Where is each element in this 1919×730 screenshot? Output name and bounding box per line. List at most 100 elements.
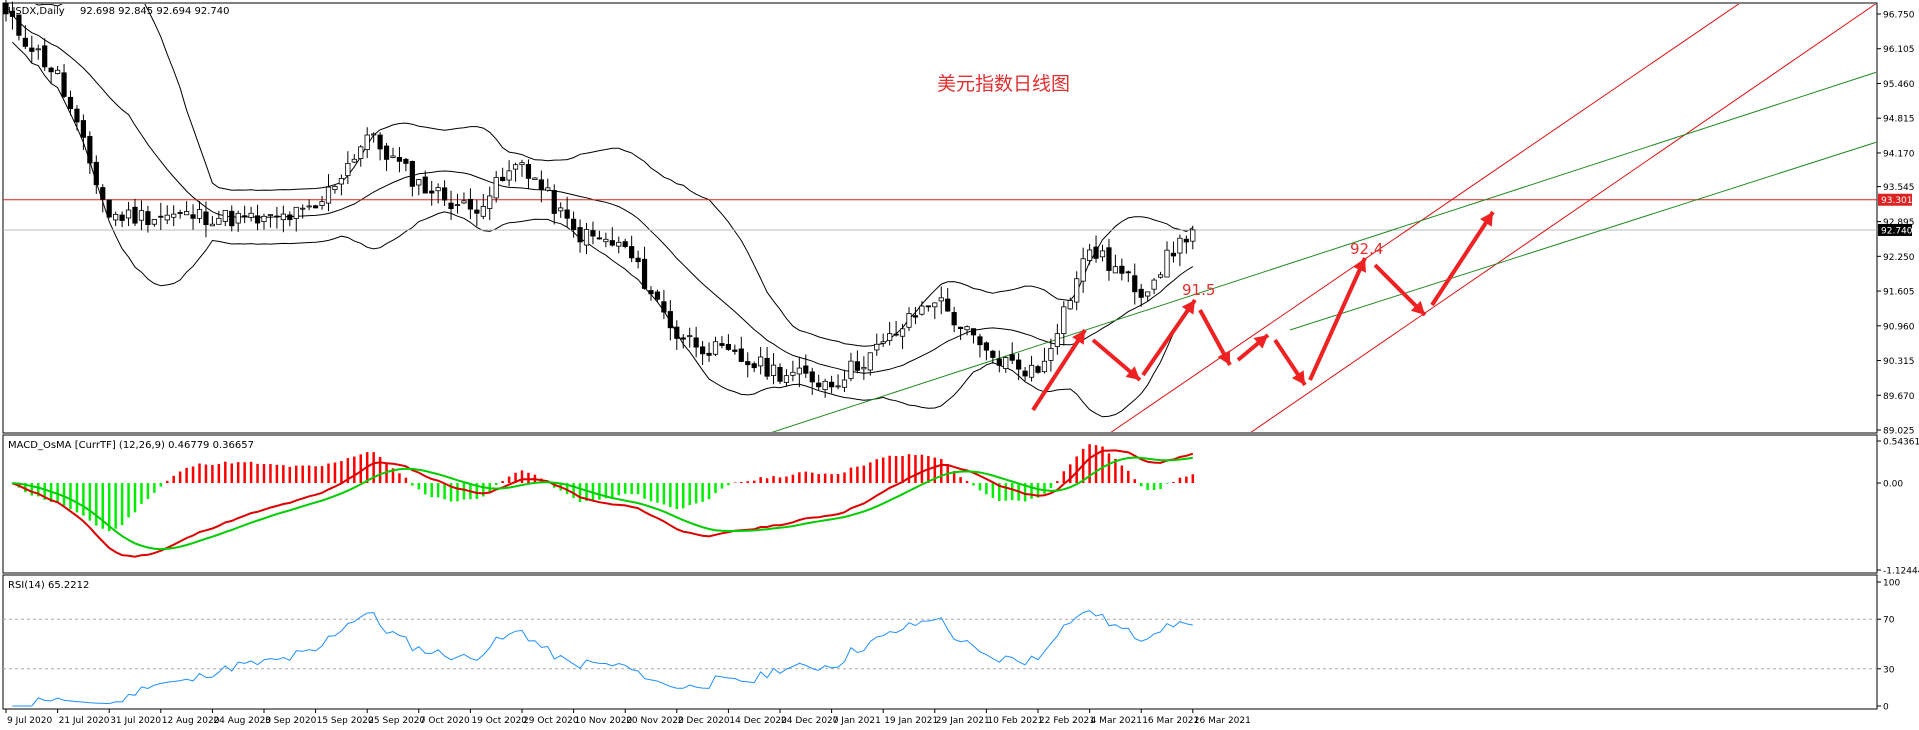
- price-tick-label: 91.605: [1883, 288, 1915, 298]
- candle-body: [61, 72, 67, 97]
- candle-body: [493, 177, 499, 199]
- candle-body: [1093, 246, 1099, 259]
- chart-canvas: 96.75096.10595.46094.81594.17093.54592.8…: [2, 0, 1919, 726]
- candle-body: [519, 162, 525, 166]
- candle-body: [925, 305, 931, 308]
- candle-body: [777, 367, 783, 382]
- price-tick-label: 93.545: [1883, 183, 1915, 193]
- candle-body: [183, 211, 190, 216]
- candle-body: [571, 218, 577, 231]
- candle-body: [196, 209, 203, 219]
- candle-body: [1054, 333, 1060, 347]
- candle-body: [545, 187, 551, 191]
- macd-tick-label: -1.12444: [1883, 567, 1919, 577]
- candle-body: [390, 155, 396, 158]
- candle-body: [1028, 364, 1035, 378]
- candle-body: [700, 346, 706, 355]
- candle-body: [583, 229, 590, 246]
- candle-body: [409, 160, 415, 187]
- candle-body: [616, 241, 622, 247]
- candle-body: [841, 379, 848, 388]
- candle-body: [867, 352, 873, 371]
- price-tick-label: 94.170: [1883, 149, 1915, 159]
- candle-body: [609, 240, 615, 246]
- candle-body: [958, 326, 964, 329]
- date-tick-label: 7 Oct 2020: [420, 716, 470, 726]
- candle-body: [835, 385, 841, 388]
- candle-body: [1125, 271, 1131, 274]
- price-tick-label: 89.025: [1883, 427, 1915, 437]
- candle-body: [809, 371, 815, 383]
- candle-body: [577, 227, 583, 243]
- candle-body: [654, 291, 661, 300]
- candle-body: [1067, 300, 1073, 310]
- candle-body: [248, 212, 254, 218]
- ohlc-label: 92.698 92.845 92.694 92.740: [80, 6, 230, 17]
- rsi-label: RSI(14) 65.2212: [8, 580, 89, 591]
- candle-body: [1119, 265, 1125, 274]
- candle-body: [680, 337, 686, 340]
- candle-body: [1170, 252, 1177, 257]
- candle-body: [319, 201, 325, 206]
- candle-body: [1151, 279, 1157, 290]
- peak-label-1: 91.5: [1182, 281, 1215, 299]
- candle-body: [254, 215, 261, 224]
- candle-body: [441, 187, 448, 201]
- macd-label: MACD_OsMA [CurrTF] (12,26,9) 0.46779 0.3…: [8, 440, 254, 451]
- date-tick-label: 3 Sep 2020: [265, 716, 317, 726]
- candle-body: [874, 343, 880, 351]
- price-tick-label: 90.315: [1883, 357, 1915, 367]
- candle-body: [1183, 238, 1189, 243]
- candle-body: [345, 163, 351, 177]
- candle-body: [725, 343, 732, 350]
- rsi-tick-label: 100: [1883, 579, 1900, 589]
- candle: [106, 199, 112, 219]
- candle-body: [87, 136, 93, 164]
- price-tick-label: 92.250: [1883, 253, 1915, 263]
- candle-body: [990, 350, 996, 358]
- date-tick-label: 20 Nov 2020: [626, 716, 684, 726]
- candle-body: [912, 315, 919, 318]
- candle-body: [1061, 306, 1067, 335]
- candle-body: [1087, 249, 1093, 261]
- candle-body: [1190, 229, 1196, 242]
- macd-tick-label: 0.54361: [1883, 438, 1919, 448]
- candle-body: [100, 187, 106, 200]
- candle-body: [358, 146, 364, 159]
- candle-body: [338, 178, 345, 185]
- candle-body: [661, 301, 667, 313]
- candle-body: [1132, 275, 1138, 293]
- date-tick-label: 21 Jul 2020: [59, 716, 110, 726]
- candle-body: [551, 190, 557, 214]
- candle-body: [738, 348, 744, 362]
- date-tick-label: 19 Jan 2021: [884, 716, 938, 726]
- date-tick-label: 29 Oct 2020: [523, 716, 579, 726]
- candle-body: [751, 363, 757, 369]
- candle-body: [151, 219, 157, 225]
- candle-body: [235, 212, 241, 224]
- candle-body: [1009, 354, 1015, 361]
- price-tick-label: 96.750: [1883, 11, 1915, 21]
- candle-body: [783, 375, 790, 383]
- candle-body: [209, 223, 215, 227]
- candle-body: [454, 204, 461, 206]
- candle-body: [29, 47, 35, 52]
- price-tick-label: 95.460: [1883, 80, 1915, 90]
- candle-body: [951, 312, 957, 326]
- rsi-tick-label: 70: [1883, 616, 1895, 626]
- rsi-tick-label: 0: [1883, 703, 1889, 713]
- candle-body: [880, 341, 886, 344]
- candle-body: [42, 45, 48, 68]
- candle-body: [848, 360, 854, 379]
- candle-body: [55, 69, 61, 74]
- candle-body: [74, 108, 80, 123]
- candle-body: [764, 357, 770, 377]
- candle-body: [983, 342, 990, 351]
- price-tick-label: 96.105: [1883, 45, 1915, 55]
- candle-body: [712, 341, 719, 355]
- candle-body: [171, 213, 177, 218]
- candle-body: [635, 257, 641, 263]
- candle-body: [222, 209, 228, 222]
- candle-body: [416, 179, 422, 186]
- candle-body: [770, 364, 777, 376]
